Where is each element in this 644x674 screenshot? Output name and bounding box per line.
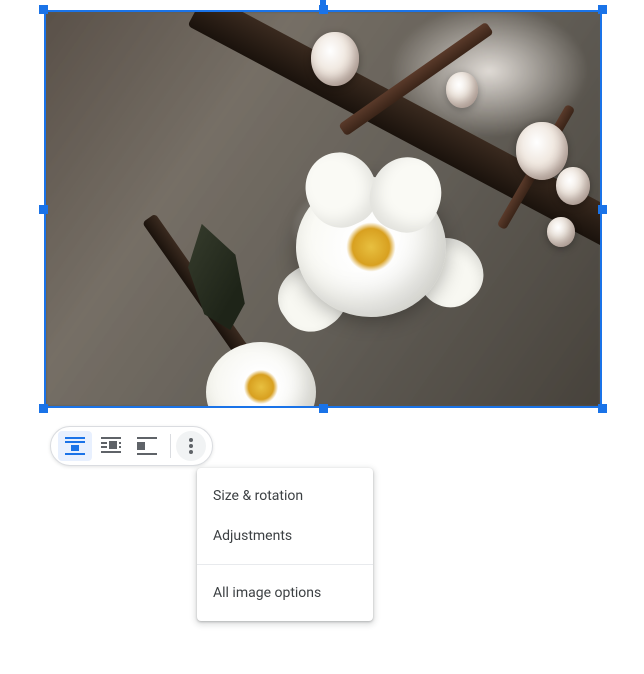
wrap-break-button[interactable] [130, 431, 164, 461]
menu-item-size-rotation[interactable]: Size & rotation [197, 476, 373, 516]
resize-handle-bottom-right[interactable] [598, 404, 607, 413]
image-content [556, 167, 590, 205]
resize-handle-top-right[interactable] [598, 5, 607, 14]
image-content [296, 177, 446, 317]
resize-handle-middle-right[interactable] [598, 205, 607, 214]
wrap-text-icon [101, 437, 121, 455]
more-options-button[interactable] [176, 431, 206, 461]
resize-handle-middle-left[interactable] [39, 205, 48, 214]
resize-handle-bottom-middle[interactable] [319, 404, 328, 413]
menu-separator [197, 564, 373, 565]
wrap-inline-icon [65, 437, 85, 455]
wrap-inline-button[interactable] [58, 431, 92, 461]
image-toolbar [50, 426, 213, 466]
resize-handle-top-middle[interactable] [319, 5, 328, 14]
selected-image-container[interactable] [44, 10, 602, 408]
wrap-break-icon [137, 437, 157, 455]
menu-item-all-options[interactable]: All image options [197, 573, 373, 613]
more-vertical-icon [189, 438, 193, 454]
menu-item-adjustments[interactable]: Adjustments [197, 516, 373, 556]
resize-handle-bottom-left[interactable] [39, 404, 48, 413]
wrap-text-button[interactable] [94, 431, 128, 461]
image-content [547, 217, 575, 247]
more-options-menu: Size & rotation Adjustments All image op… [197, 468, 373, 621]
selected-image[interactable] [44, 10, 602, 408]
resize-handle-top-left[interactable] [39, 5, 48, 14]
image-content [311, 32, 359, 86]
image-content [446, 72, 478, 108]
toolbar-separator [170, 434, 171, 458]
